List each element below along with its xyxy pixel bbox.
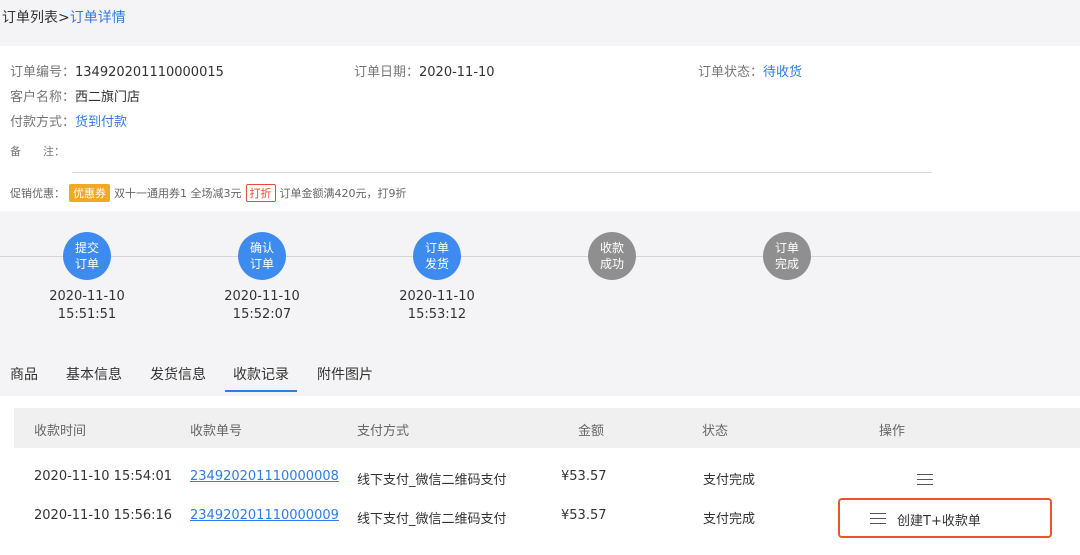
step-ship-order: 订单 发货 2020-11-10 15:53:12 bbox=[382, 232, 492, 324]
cell-receipt-number-link[interactable]: 234920201110000008 bbox=[190, 469, 339, 484]
list-icon[interactable] bbox=[917, 474, 933, 486]
coupon-badge: 优惠券 bbox=[69, 184, 110, 202]
header-payment-method: 支付方式 bbox=[357, 424, 410, 439]
tab-products[interactable]: 商品 bbox=[10, 364, 38, 384]
header-payment-time: 收款时间 bbox=[34, 424, 87, 439]
note-input-underline[interactable] bbox=[72, 172, 932, 173]
cell-payment-method: 线下支付_微信二维码支付 bbox=[357, 473, 507, 488]
cell-amount: ¥53.57 bbox=[561, 508, 607, 523]
cell-status: 支付完成 bbox=[703, 473, 756, 488]
header-amount: 金额 bbox=[578, 424, 605, 439]
tab-shipping-info[interactable]: 发货信息 bbox=[150, 364, 206, 384]
promotion-row: 促销优惠： 优惠券 双十一通用券1 全场减3元 打折 订单金额满420元，打9折 bbox=[10, 184, 407, 202]
discount-text: 订单金额满420元，打9折 bbox=[279, 187, 407, 200]
customer-field: 客户名称：西二旗门店 bbox=[10, 86, 140, 105]
customer-value: 西二旗门店 bbox=[75, 90, 141, 105]
promotion-label: 促销优惠： bbox=[10, 187, 65, 200]
breadcrumb-separator: > bbox=[58, 10, 70, 26]
step-circle: 订单 完成 bbox=[763, 232, 811, 280]
cell-receipt-number-link[interactable]: 234920201110000009 bbox=[190, 508, 339, 523]
cell-payment-time: 2020-11-10 15:54:01 bbox=[34, 469, 173, 484]
step-confirm-order: 确认 订单 2020-11-10 15:52:07 bbox=[207, 232, 317, 324]
order-progress: 提交 订单 2020-11-10 15:51:51 确认 订单 2020-11-10 1… bbox=[0, 212, 1080, 352]
order-number-value: 134920201110000015 bbox=[75, 65, 224, 80]
breadcrumb: 订单列表>订单详情 bbox=[0, 0, 1080, 44]
breadcrumb-parent-link[interactable]: 订单列表 bbox=[2, 10, 58, 26]
order-date-label: 订单日期： bbox=[354, 65, 420, 80]
action-highlight-box bbox=[838, 498, 1052, 538]
step-time: 2020-11-10 15:53:12 bbox=[399, 289, 475, 322]
discount-badge: 打折 bbox=[245, 184, 276, 202]
order-date-value: 2020-11-10 bbox=[419, 65, 495, 80]
cell-payment-method: 线下支付_微信二维码支付 bbox=[357, 512, 507, 527]
header-status: 状态 bbox=[702, 424, 729, 439]
step-circle: 提交 订单 bbox=[63, 232, 111, 280]
step-circle: 订单 发货 bbox=[413, 232, 461, 280]
tab-payment-records[interactable]: 收款记录 bbox=[225, 364, 297, 392]
breadcrumb-current: 订单详情 bbox=[69, 10, 126, 26]
payment-method-field: 付款方式：货到付款 bbox=[10, 111, 127, 130]
coupon-text: 双十一通用券1 全场减3元 bbox=[114, 187, 242, 200]
step-circle: 收款 成功 bbox=[588, 232, 636, 280]
order-number-label: 订单编号： bbox=[10, 65, 76, 80]
header-actions: 操作 bbox=[879, 424, 906, 439]
note-field: 备 注： bbox=[10, 143, 65, 159]
tab-basic-info[interactable]: 基本信息 bbox=[66, 364, 122, 384]
order-status-label: 订单状态： bbox=[698, 65, 764, 80]
order-status-value: 待收货 bbox=[763, 65, 803, 80]
header-receipt-number: 收款单号 bbox=[190, 424, 243, 439]
tab-attachments[interactable]: 附件图片 bbox=[317, 364, 373, 384]
cell-status: 支付完成 bbox=[703, 512, 756, 527]
step-circle: 确认 订单 bbox=[238, 232, 286, 280]
order-date-field: 订单日期：2020-11-10 bbox=[354, 61, 495, 80]
payment-method-label: 付款方式： bbox=[10, 115, 76, 130]
progress-line bbox=[0, 256, 1080, 257]
payment-method-value: 货到付款 bbox=[75, 115, 128, 130]
table-header: 收款时间 收款单号 支付方式 金额 状态 操作 bbox=[14, 408, 1080, 448]
step-payment-received: 收款 成功 bbox=[557, 232, 667, 280]
step-time: 2020-11-10 15:51:51 bbox=[49, 289, 125, 322]
note-label: 备 注： bbox=[10, 145, 65, 158]
order-number-field: 订单编号：134920201110000015 bbox=[10, 61, 224, 80]
step-time: 2020-11-10 15:52:07 bbox=[224, 289, 300, 322]
cell-payment-time: 2020-11-10 15:56:16 bbox=[34, 508, 173, 523]
order-status-field: 订单状态：待收货 bbox=[698, 61, 802, 80]
step-order-complete: 订单 完成 bbox=[732, 232, 842, 280]
detail-tabs: 商品 基本信息 发货信息 收款记录 附件图片 bbox=[0, 352, 1080, 394]
cell-amount: ¥53.57 bbox=[561, 469, 607, 484]
step-submit-order: 提交 订单 2020-11-10 15:51:51 bbox=[32, 232, 142, 324]
customer-label: 客户名称： bbox=[10, 90, 76, 105]
